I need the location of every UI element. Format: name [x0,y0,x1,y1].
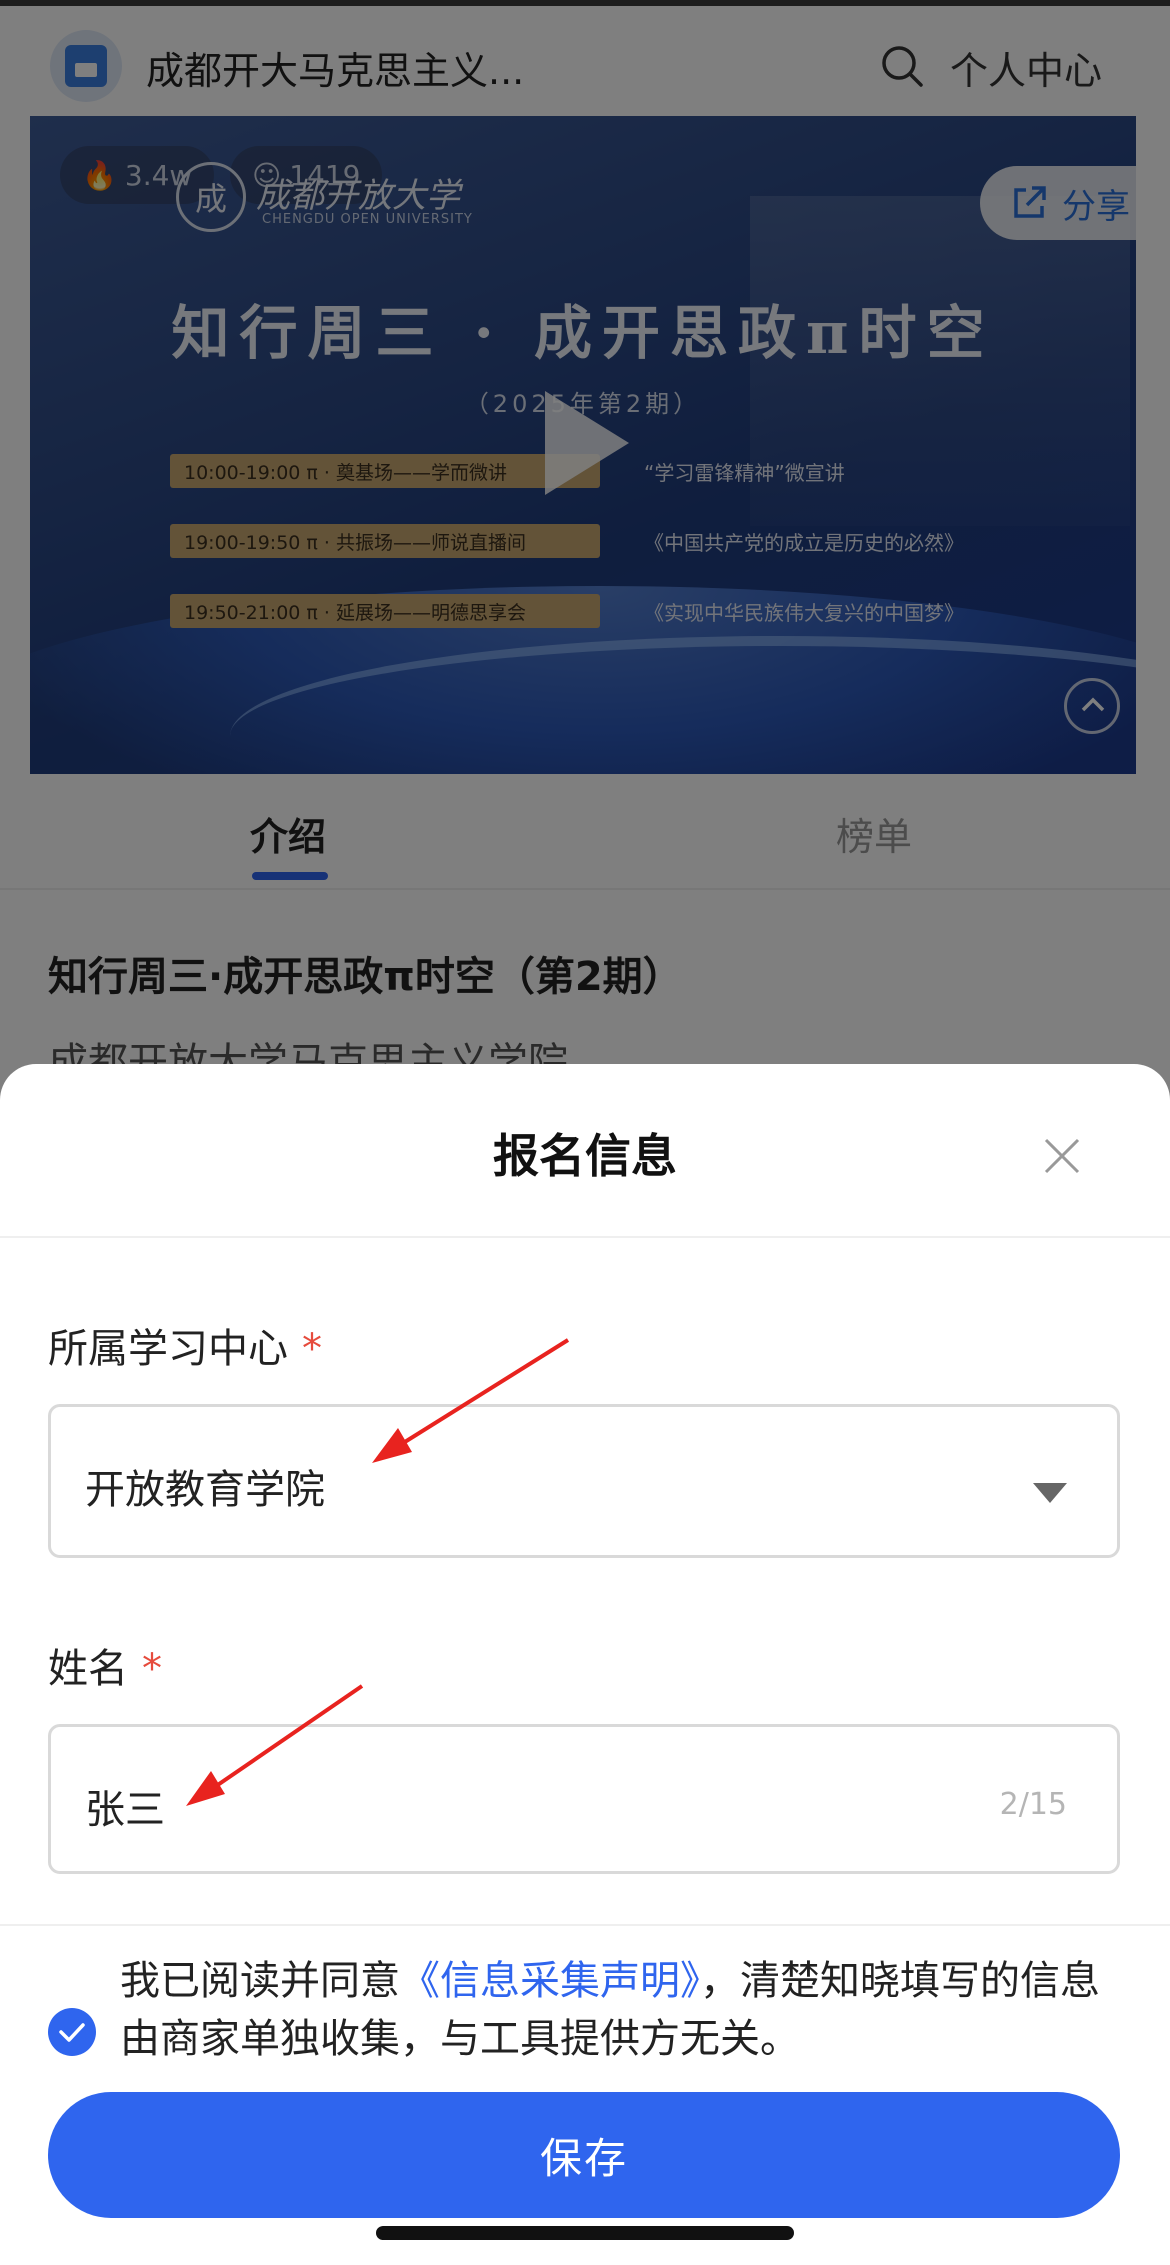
learning-center-value: 开放教育学院 [85,1467,325,1513]
name-label: 姓名 * [48,1636,162,1694]
name-label-text: 姓名 [48,1646,128,1692]
divider [0,1924,1170,1926]
learning-center-select[interactable]: 开放教育学院 [48,1404,1120,1558]
close-icon[interactable] [1040,1134,1084,1178]
registration-sheet: 报名信息 所属学习中心 * 开放教育学院 姓名 * 张三 2/15 我已阅读并同意《… [0,1064,1170,2265]
check-icon[interactable] [48,2008,96,2056]
save-button[interactable]: 保存 [48,2092,1120,2218]
learning-center-label: 所属学习中心 * [48,1316,322,1374]
agreement-text: 我已阅读并同意《信息采集声明》，清楚知晓填写的信息由商家单独收集，与工具提供方无… [120,1952,1120,2068]
divider [0,1236,1170,1238]
dropdown-icon [1033,1483,1067,1503]
privacy-statement-link[interactable]: 《信息采集声明》 [400,1958,700,2004]
sheet-title: 报名信息 [493,1129,677,1183]
name-value: 张三 [85,1787,165,1833]
required-mark: * [302,1326,322,1372]
name-input[interactable]: 张三 2/15 [48,1724,1120,1874]
agreement-prefix: 我已阅读并同意 [120,1958,400,2004]
home-indicator [376,2226,794,2240]
char-counter: 2/15 [999,1787,1067,1822]
required-mark: * [142,1646,162,1692]
learning-center-label-text: 所属学习中心 [48,1326,288,1372]
